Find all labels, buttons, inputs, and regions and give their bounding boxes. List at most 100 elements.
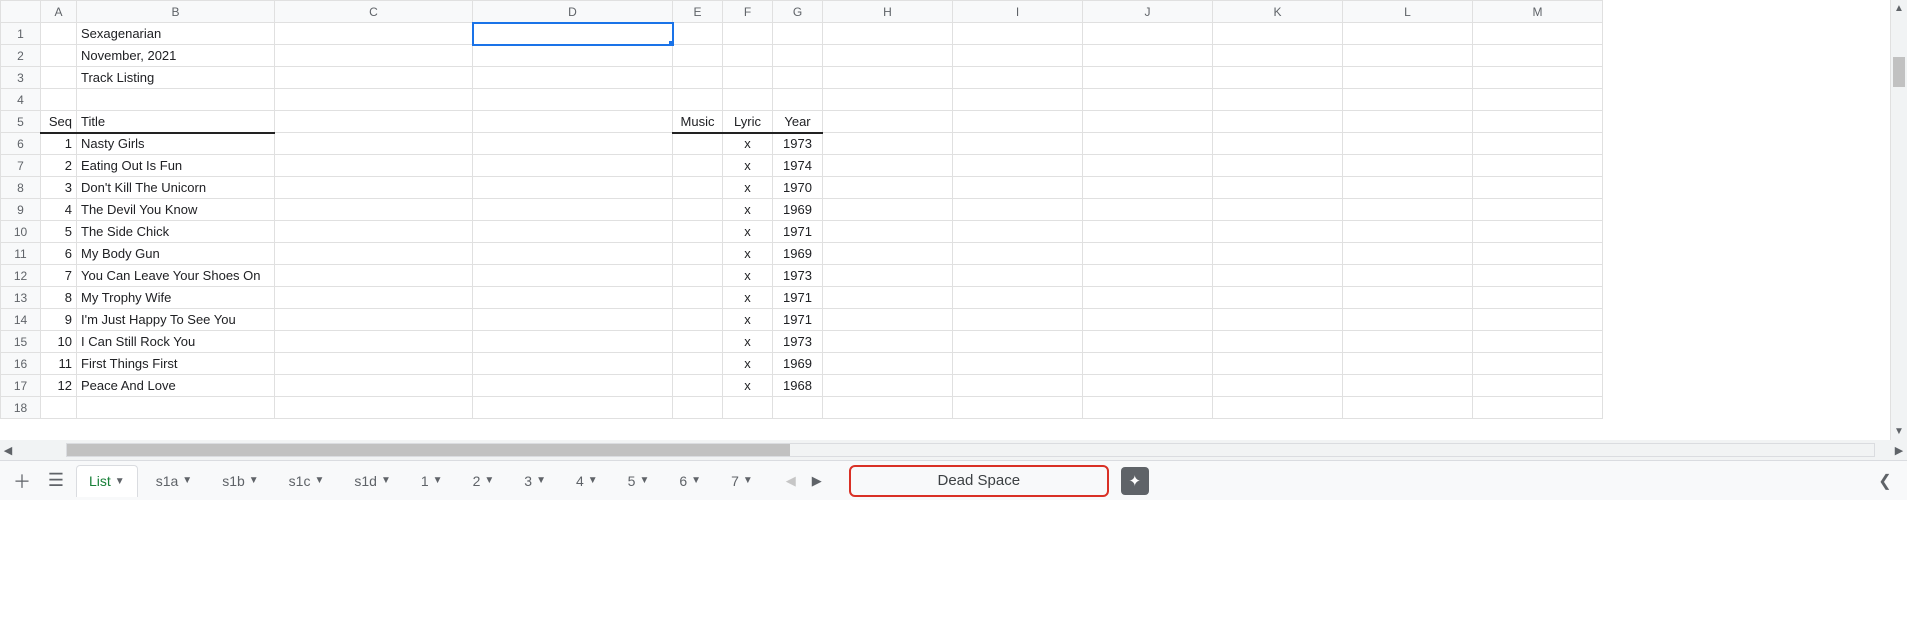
caret-down-icon[interactable]: ▼ [743,475,753,486]
cell[interactable] [1473,265,1603,287]
cell[interactable] [673,133,723,155]
cell[interactable] [473,287,673,309]
sheet-tab[interactable]: 2▼ [461,465,507,497]
cell[interactable]: 1973 [773,133,823,155]
cell[interactable] [773,23,823,45]
cell[interactable] [823,23,953,45]
cell[interactable] [473,177,673,199]
scroll-right-arrow-icon[interactable]: ▶ [1891,444,1907,457]
cell[interactable] [77,89,275,111]
cell[interactable] [673,265,723,287]
row-header[interactable]: 10 [1,221,41,243]
cell[interactable] [1343,353,1473,375]
cell[interactable] [1083,243,1213,265]
cell[interactable] [953,199,1083,221]
cell[interactable] [41,23,77,45]
cell[interactable] [1343,243,1473,265]
cell[interactable] [1343,309,1473,331]
cell[interactable] [1343,111,1473,133]
cell[interactable] [673,199,723,221]
cell[interactable] [275,133,473,155]
cell[interactable]: x [723,287,773,309]
cell[interactable]: I Can Still Rock You [77,331,275,353]
cell[interactable] [1343,67,1473,89]
cell[interactable]: x [723,177,773,199]
cell[interactable]: x [723,309,773,331]
cell[interactable] [673,67,723,89]
cell[interactable] [953,309,1083,331]
cell[interactable] [773,67,823,89]
cell[interactable]: x [723,199,773,221]
cell[interactable] [1213,265,1343,287]
cell[interactable]: You Can Leave Your Shoes On [77,265,275,287]
cell[interactable] [1083,23,1213,45]
cell[interactable] [1083,89,1213,111]
cell[interactable] [723,89,773,111]
cell[interactable] [673,89,723,111]
cell[interactable] [953,243,1083,265]
cell[interactable]: Nasty Girls [77,133,275,155]
cell[interactable] [473,331,673,353]
cell[interactable] [1213,287,1343,309]
cell[interactable] [1473,23,1603,45]
cell[interactable] [473,45,673,67]
cell[interactable] [673,243,723,265]
cell[interactable] [275,331,473,353]
cell[interactable]: November, 2021 [77,45,275,67]
cell[interactable] [473,155,673,177]
cell[interactable] [1473,353,1603,375]
cell[interactable] [953,353,1083,375]
cell[interactable]: x [723,155,773,177]
cell[interactable]: x [723,243,773,265]
cell[interactable]: 5 [41,221,77,243]
cell[interactable]: Peace And Love [77,375,275,397]
caret-down-icon[interactable]: ▼ [639,475,649,486]
cell[interactable]: First Things First [77,353,275,375]
cell[interactable] [1473,221,1603,243]
cell[interactable] [1343,23,1473,45]
cell[interactable] [473,243,673,265]
row-header[interactable]: 17 [1,375,41,397]
row-header[interactable]: 15 [1,331,41,353]
cell[interactable] [1213,177,1343,199]
cell[interactable] [953,133,1083,155]
cell[interactable] [823,353,953,375]
sheet-tab[interactable]: s1a▼ [144,465,204,497]
cell[interactable] [673,45,723,67]
row-header[interactable]: 4 [1,89,41,111]
cell[interactable] [1083,397,1213,419]
cell[interactable] [823,177,953,199]
sheet-tab-active[interactable]: List ▼ [76,465,138,497]
col-header[interactable]: D [473,1,673,23]
cell[interactable]: 12 [41,375,77,397]
row-header[interactable]: 5 [1,111,41,133]
cell[interactable] [473,89,673,111]
cell[interactable] [1213,353,1343,375]
caret-down-icon[interactable]: ▼ [115,476,125,487]
cell[interactable] [1083,265,1213,287]
cell[interactable] [1473,243,1603,265]
cell[interactable]: x [723,133,773,155]
cell[interactable] [1473,375,1603,397]
cell[interactable] [1343,287,1473,309]
cell[interactable]: 1974 [773,155,823,177]
row-header[interactable]: 6 [1,133,41,155]
cell[interactable] [473,199,673,221]
cell[interactable] [1213,243,1343,265]
select-all-corner[interactable] [1,1,41,23]
cell[interactable]: x [723,353,773,375]
cell[interactable] [1343,221,1473,243]
cell[interactable] [953,397,1083,419]
cell[interactable] [773,397,823,419]
cell[interactable] [1083,199,1213,221]
cell[interactable] [275,45,473,67]
row-header[interactable]: 9 [1,199,41,221]
cell[interactable]: Year [773,111,823,133]
col-header[interactable]: E [673,1,723,23]
scroll-up-arrow-icon[interactable]: ▲ [1891,0,1907,17]
cell[interactable]: 2 [41,155,77,177]
cell[interactable] [1343,375,1473,397]
col-header[interactable]: C [275,1,473,23]
cell[interactable] [275,309,473,331]
cell[interactable] [1213,397,1343,419]
